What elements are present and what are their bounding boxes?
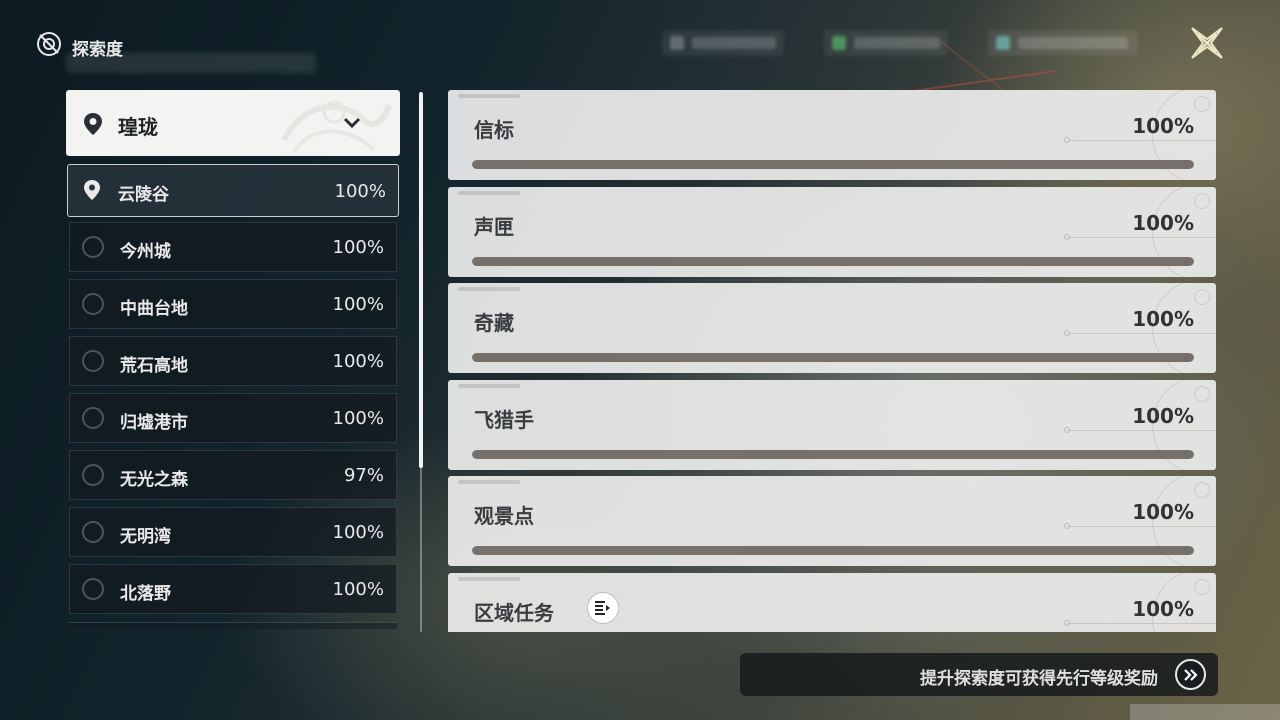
progress-bar (472, 160, 1194, 169)
corner-overlay (1130, 704, 1280, 720)
list-item[interactable]: 无明湾 100% (69, 507, 397, 557)
exploration-screen: 探索度 瑝珑 云陵谷 100% 今州城 100% 中曲台地 100% 荒石高地 … (0, 0, 1280, 720)
list-item[interactable]: 云陵谷 100% (67, 164, 399, 217)
list-item[interactable]: 中曲台地 100% (69, 279, 397, 329)
radio-icon (82, 521, 104, 543)
category-card: 信标 100% (448, 90, 1216, 180)
double-chevron-right-icon (1175, 659, 1206, 690)
category-percent: 100% (1132, 500, 1194, 524)
area-percent: 100% (334, 181, 386, 202)
dragon-ornament-icon (281, 100, 392, 154)
chevron-down-icon (343, 117, 361, 129)
category-card: 奇藏 100% (448, 283, 1216, 373)
area-percent: 97% (343, 465, 384, 486)
category-card: 声匣 100% (448, 187, 1216, 277)
list-item[interactable]: 荒石高地 100% (69, 336, 397, 386)
area-percent: 100% (332, 294, 384, 315)
currency-display (662, 30, 784, 56)
radio-icon (82, 293, 104, 315)
region-name: 瑝珑 (118, 115, 158, 139)
category-name: 观景点 (474, 504, 534, 528)
progress-bar (472, 546, 1194, 555)
category-name: 信标 (474, 118, 514, 142)
radio-icon (82, 236, 104, 258)
currency-display (824, 30, 948, 56)
category-percent: 100% (1132, 114, 1194, 138)
location-pin-icon (84, 113, 102, 135)
radio-icon (82, 350, 104, 372)
category-percent: 100% (1132, 307, 1194, 331)
area-percent: 100% (332, 522, 384, 543)
area-list: 云陵谷 100% 今州城 100% 中曲台地 100% 荒石高地 100% 归墟… (66, 162, 402, 628)
progress-bar (472, 450, 1194, 459)
scrollbar-thumb[interactable] (419, 92, 423, 468)
area-name: 中曲台地 (120, 299, 188, 319)
area-name: 归墟港市 (120, 413, 188, 433)
radio-icon (82, 464, 104, 486)
category-card: 观景点 100% (448, 476, 1216, 566)
progress-bar (472, 353, 1194, 362)
list-item[interactable]: 北落野 100% (69, 564, 397, 614)
area-name: 荒石高地 (120, 356, 188, 376)
category-name: 声匣 (474, 215, 514, 239)
hint-text: 提升探索度可获得先行等级奖励 (920, 669, 1158, 689)
category-name: 飞猎手 (474, 408, 534, 432)
area-name: 今州城 (120, 242, 171, 262)
blurred-subtitle (66, 53, 316, 73)
quest-list-icon (595, 601, 610, 615)
radio-icon (82, 407, 104, 429)
area-name: 无光之森 (120, 470, 188, 490)
reward-hint-button[interactable]: 提升探索度可获得先行等级奖励 (740, 653, 1218, 696)
list-overflow-edge (69, 622, 397, 629)
currency-display (988, 30, 1138, 56)
category-percent: 100% (1132, 211, 1194, 235)
category-percent: 100% (1132, 404, 1194, 428)
area-percent: 100% (332, 237, 384, 258)
area-percent: 100% (332, 351, 384, 372)
region-dropdown[interactable]: 瑝珑 (66, 90, 400, 156)
list-item[interactable]: 归墟港市 100% (69, 393, 397, 443)
category-list: 信标 100% 声匣 100% 奇藏 100% 飞猎手 100% 观景点 100… (448, 90, 1216, 632)
list-item[interactable]: 今州城 100% (69, 222, 397, 272)
radio-icon (82, 578, 104, 600)
category-card: 飞猎手 100% (448, 380, 1216, 470)
category-card: 区域任务 100% (448, 573, 1216, 632)
area-name: 云陵谷 (118, 185, 169, 205)
category-name: 区域任务 (474, 601, 554, 625)
location-pin-icon (84, 180, 100, 200)
area-name: 无明湾 (120, 527, 171, 547)
compass-icon (37, 32, 61, 56)
quest-list-button[interactable] (588, 593, 618, 623)
area-percent: 100% (332, 579, 384, 600)
list-item[interactable]: 无光之森 97% (69, 450, 397, 500)
category-percent: 100% (1132, 597, 1194, 621)
progress-bar (472, 257, 1194, 266)
area-name: 北落野 (120, 584, 171, 604)
close-icon[interactable] (1188, 24, 1226, 62)
category-name: 奇藏 (474, 311, 514, 335)
area-percent: 100% (332, 408, 384, 429)
